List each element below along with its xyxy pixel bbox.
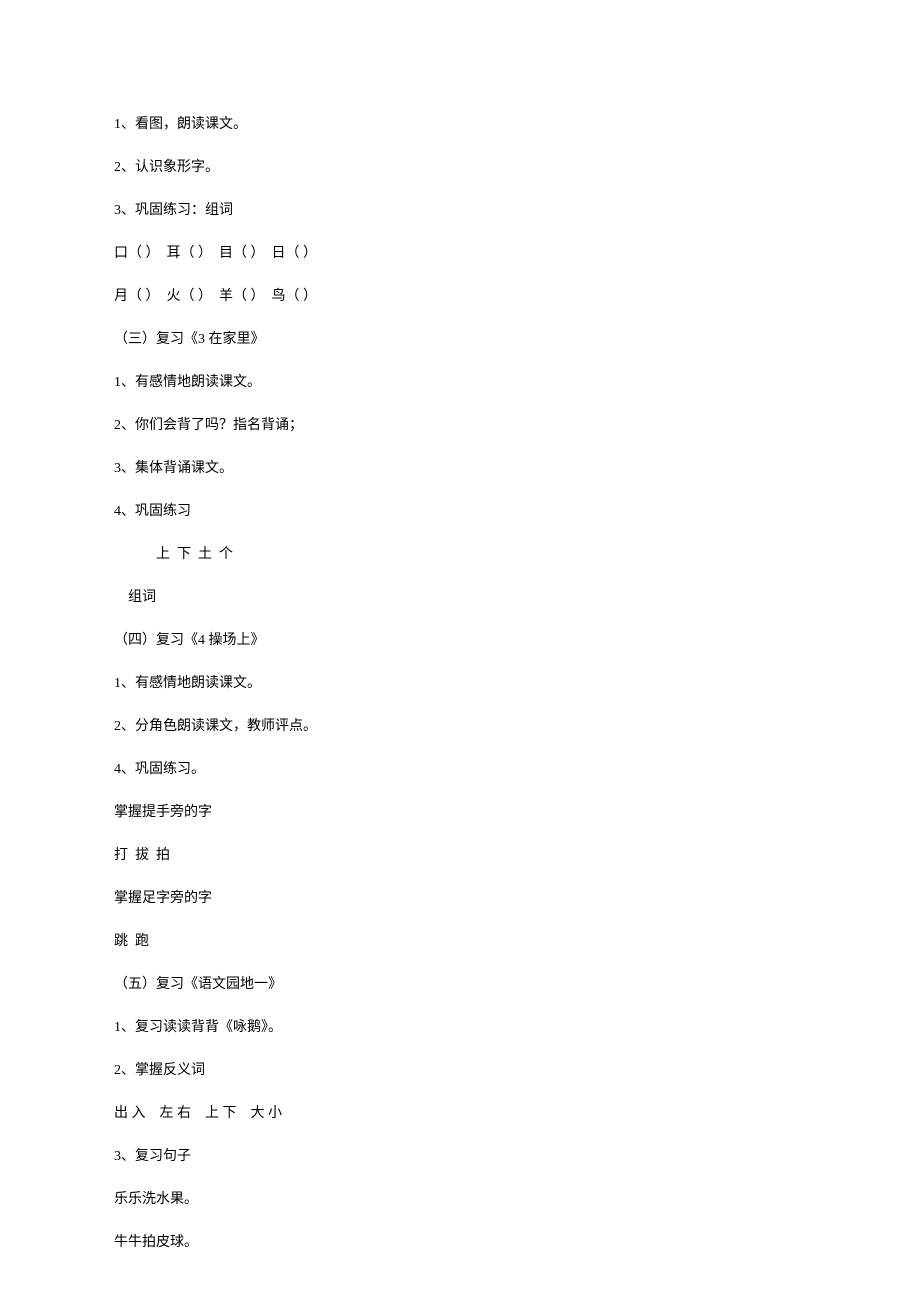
text-line: 2、分角色朗读课文，教师评点。 [114, 716, 806, 737]
text-line: （三）复习《3 在家里》 [114, 329, 806, 350]
text-line: （五）复习《语文园地一》 [114, 974, 806, 995]
text-line: 2、认识象形字。 [114, 157, 806, 178]
text-line: 打 拔 拍 [114, 845, 806, 866]
text-line: 口（ ） 耳（ ） 目（ ） 日（ ） [114, 243, 806, 264]
text-line: 牛牛拍皮球。 [114, 1232, 806, 1253]
text-line: 掌握提手旁的字 [114, 802, 806, 823]
text-line: 组词 [114, 587, 806, 608]
text-line: 3、集体背诵课文。 [114, 458, 806, 479]
text-line: 上 下 土 个 [114, 544, 806, 565]
text-line: 1、有感情地朗读课文。 [114, 673, 806, 694]
text-line: 跳 跑 [114, 931, 806, 952]
text-line: 2、掌握反义词 [114, 1060, 806, 1081]
text-line: （四）复习《4 操场上》 [114, 630, 806, 651]
text-line: 月（ ） 火（ ） 羊（ ） 鸟（ ） [114, 286, 806, 307]
text-line: 3、巩固练习：组词 [114, 200, 806, 221]
text-line: 1、有感情地朗读课文。 [114, 372, 806, 393]
text-line: 掌握足字旁的字 [114, 888, 806, 909]
text-line: 4、巩固练习 [114, 501, 806, 522]
text-line: 4、巩固练习。 [114, 759, 806, 780]
text-line: 出 入 左 右 上 下 大 小 [114, 1103, 806, 1124]
text-line: 1、复习读读背背《咏鹅》。 [114, 1017, 806, 1038]
text-line: 乐乐洗水果。 [114, 1189, 806, 1210]
document-page: 1、看图，朗读课文。 2、认识象形字。 3、巩固练习：组词 口（ ） 耳（ ） … [0, 0, 920, 1253]
text-line: 2、你们会背了吗？指名背诵； [114, 415, 806, 436]
text-line: 1、看图，朗读课文。 [114, 114, 806, 135]
text-line: 3、复习句子 [114, 1146, 806, 1167]
